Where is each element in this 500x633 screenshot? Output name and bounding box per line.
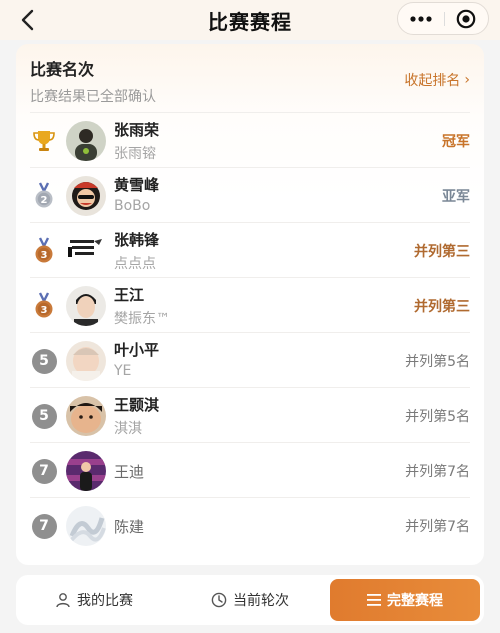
avatar — [66, 121, 106, 161]
tab-full-schedule[interactable]: 完整赛程 — [330, 579, 480, 621]
avatar — [66, 176, 106, 216]
more-button[interactable] — [398, 3, 444, 34]
ranking-subtitle: 比赛结果已全部确认 — [30, 89, 156, 105]
rank-badge: 5 — [30, 347, 58, 375]
rank-number: 7 — [31, 458, 57, 484]
bronze-medal-number: 3 — [41, 250, 48, 261]
bottom-nav: 我的比赛 当前轮次 完整赛程 — [16, 575, 484, 625]
avatar — [66, 396, 106, 436]
more-dots-icon — [410, 15, 432, 22]
close-button[interactable] — [443, 3, 488, 34]
result-label: 亚军 — [442, 189, 470, 205]
player-name: 张雨荣 — [114, 121, 160, 139]
player-name: 叶小平 — [114, 341, 160, 359]
result-label: 并列第7名 — [405, 464, 470, 480]
clock-icon — [211, 592, 227, 608]
tab-current-round-label: 当前轮次 — [233, 593, 289, 609]
player-name: 张韩锋 — [114, 231, 160, 249]
result-label: 并列第5名 — [405, 354, 470, 370]
ranking-row[interactable]: 7 王迪 并列第7名 — [30, 442, 470, 497]
list-icon — [367, 594, 381, 606]
avatar — [66, 231, 106, 271]
rank-number: 5 — [31, 403, 57, 429]
ranking-row[interactable]: 3 王江 樊振东™ 并列第三 — [30, 277, 470, 332]
tab-full-schedule-label: 完整赛程 — [387, 593, 443, 609]
bronze-medal-icon: 3 — [30, 237, 58, 265]
ranking-row[interactable]: 3 张韩锋 点点点 并列第三 — [30, 222, 470, 277]
player-nickname: 点点点 — [114, 256, 156, 272]
player-name: 王迪 — [114, 463, 145, 481]
rank-badge: 7 — [30, 512, 58, 540]
rank-number: 7 — [31, 513, 57, 539]
player-name: 王江 — [114, 286, 145, 304]
ranking-row[interactable]: 张雨荣 张雨镕 冠军 — [30, 112, 470, 167]
player-name: 黄雪峰 — [114, 176, 160, 194]
top-bar: 比赛赛程 — [0, 0, 500, 40]
avatar — [66, 341, 106, 381]
bronze-medal-icon: 3 — [30, 292, 58, 320]
avatar — [66, 506, 106, 546]
bronze-medal-number: 3 — [41, 305, 48, 316]
player-nickname: BoBo — [114, 198, 151, 214]
result-label: 冠军 — [442, 134, 470, 150]
chevron-right-icon: › — [464, 72, 470, 88]
player-name: 王颢淇 — [114, 396, 160, 414]
player-nickname: 张雨镕 — [114, 146, 156, 162]
collapse-ranking-label: 收起排名 — [404, 73, 461, 89]
ranking-row[interactable]: 5 王颢淇 淇淇 并列第5名 — [30, 387, 470, 442]
target-circle-icon — [456, 9, 475, 28]
silver-medal-number: 2 — [41, 195, 48, 206]
mini-program-capsule — [397, 2, 489, 35]
player-nickname: 樊振东™ — [114, 311, 170, 327]
ranking-title: 比赛名次 — [30, 60, 95, 79]
ranking-header: 比赛名次 比赛结果已全部确认 收起排名 › — [30, 50, 470, 108]
rank-badge: 5 — [30, 402, 58, 430]
tab-my-matches[interactable]: 我的比赛 — [16, 575, 172, 625]
ranking-row[interactable]: 7 陈建 并列第7名 — [30, 497, 470, 552]
player-nickname: YE — [114, 363, 132, 379]
ranking-row[interactable]: 2 黄雪峰 BoBo 亚军 — [30, 167, 470, 222]
avatar — [66, 451, 106, 491]
rank-badge: 7 — [30, 457, 58, 485]
trophy-icon — [30, 127, 58, 155]
silver-medal-icon: 2 — [30, 182, 58, 210]
user-icon — [56, 593, 70, 608]
tab-current-round[interactable]: 当前轮次 — [172, 575, 328, 625]
result-label: 并列第三 — [414, 244, 470, 260]
result-label: 并列第7名 — [405, 519, 470, 535]
tab-my-matches-label: 我的比赛 — [77, 593, 133, 609]
result-label: 并列第5名 — [405, 409, 470, 425]
collapse-ranking-button[interactable]: 收起排名 › — [404, 70, 470, 90]
rank-number: 5 — [31, 348, 57, 374]
player-name: 陈建 — [114, 518, 145, 536]
ranking-row[interactable]: 5 叶小平 YE 并列第5名 — [30, 332, 470, 387]
avatar — [66, 286, 106, 326]
ranking-card: 比赛名次 比赛结果已全部确认 收起排名 › 张雨荣 张雨镕 冠军 2 黄雪峰 B… — [16, 44, 484, 565]
result-label: 并列第三 — [414, 299, 470, 315]
player-nickname: 淇淇 — [114, 421, 142, 437]
